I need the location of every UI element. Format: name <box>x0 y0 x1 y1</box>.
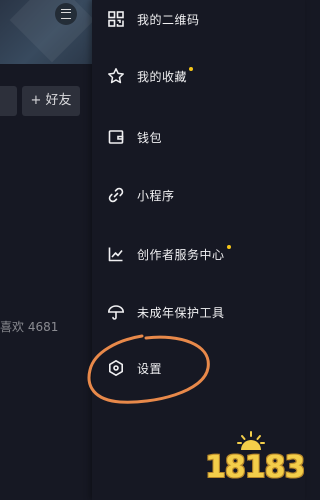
watermark-text: 18183 <box>205 450 305 485</box>
drawer-item-label: 我的收藏 <box>137 69 188 84</box>
profile-banner <box>0 0 92 64</box>
umbrella-icon <box>107 303 125 321</box>
menu-icon[interactable] <box>55 3 77 25</box>
drawer-item-label: 钱包 <box>137 130 163 145</box>
likes-count: 喜欢 4681 <box>0 320 59 334</box>
drawer-item-label: 设置 <box>137 361 163 376</box>
link-icon <box>107 186 125 204</box>
side-drawer: 我的二维码 我的收藏 钱包 小程序 创作者服务中心 未成年保护工具 设置 <box>92 0 305 500</box>
drawer-item-creator-center[interactable]: 创作者服务中心 <box>92 236 305 272</box>
drawer-item-mini-programs[interactable]: 小程序 <box>92 177 305 213</box>
drawer-item-qr-code[interactable]: 我的二维码 <box>92 1 305 37</box>
drawer-item-label: 我的二维码 <box>137 12 200 27</box>
add-friend-button[interactable]: + 好友 <box>22 86 80 116</box>
star-icon <box>107 67 125 85</box>
drawer-item-wallet[interactable]: 钱包 <box>92 119 305 155</box>
notification-dot <box>226 245 231 249</box>
drawer-item-favorites[interactable]: 我的收藏 <box>92 58 305 94</box>
trend-chart-icon <box>107 245 125 263</box>
hexagon-gear-icon <box>107 359 125 377</box>
profile-page-background: + 好友 喜欢 4681 <box>0 0 92 500</box>
drawer-item-label: 小程序 <box>137 188 175 203</box>
wallet-icon <box>107 128 125 146</box>
sun-icon <box>237 431 265 450</box>
drawer-item-label: 创作者服务中心 <box>137 247 225 262</box>
watermark-logo: 18183 <box>205 430 305 492</box>
drawer-item-settings[interactable]: 设置 <box>92 350 305 386</box>
edit-profile-button[interactable] <box>0 86 17 116</box>
drawer-item-minor-protection[interactable]: 未成年保护工具 <box>92 294 305 330</box>
qr-code-icon <box>107 10 125 28</box>
notification-dot <box>189 67 194 71</box>
drawer-item-label: 未成年保护工具 <box>137 305 225 320</box>
